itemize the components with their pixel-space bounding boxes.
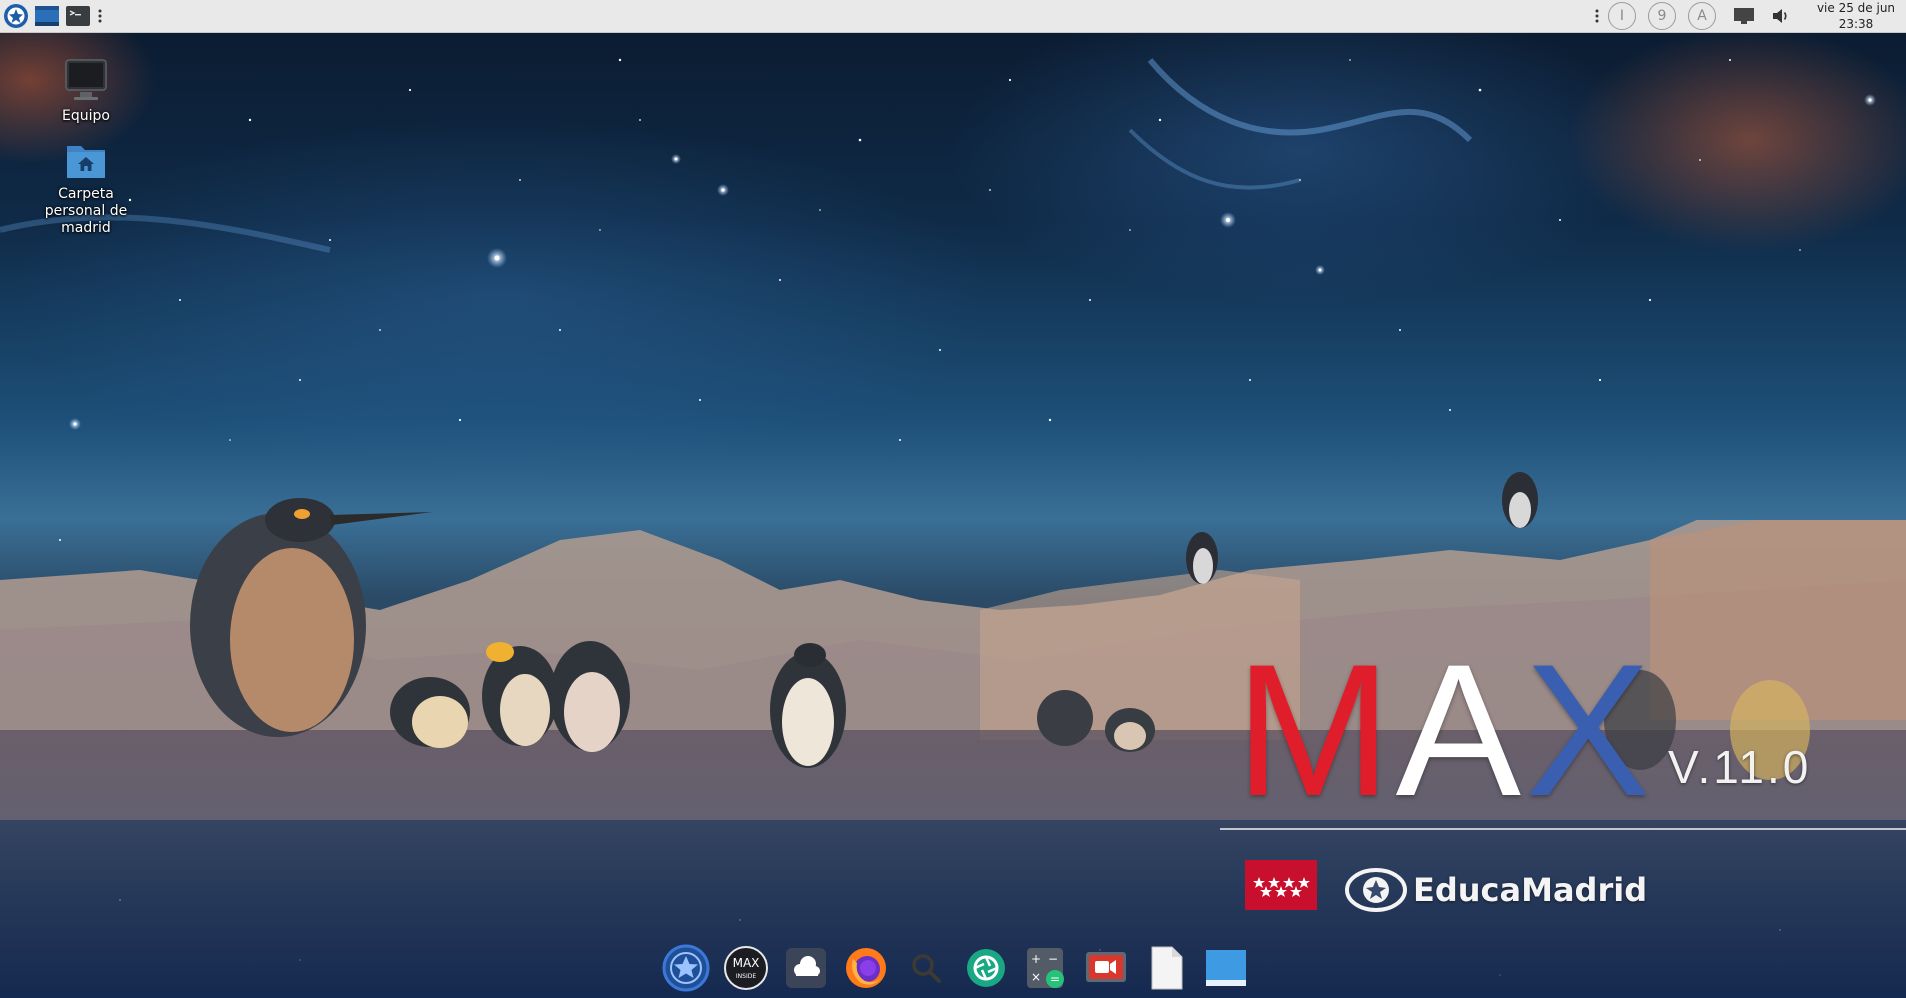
firefox-icon (846, 948, 886, 988)
max-launcher-icon (662, 944, 710, 992)
file-manager-icon (1206, 950, 1246, 986)
dock-item-file-manager[interactable] (1200, 942, 1252, 994)
svg-text:INSIDE: INSIDE (736, 973, 756, 980)
logo-letter-a: A (1395, 625, 1526, 835)
indicator-i-icon[interactable]: I (1608, 2, 1636, 30)
dock-item-text-editor[interactable] (1140, 942, 1192, 994)
max-menu-icon (4, 4, 28, 28)
indicator-a-icon[interactable]: A (1688, 2, 1716, 30)
desktop[interactable]: MAX V.11.0 EducaMadrid Equipo Carpeta pe… (0, 0, 1906, 998)
top-panel: I 9 A vie 25 de jun 23:38 (0, 0, 1906, 33)
dock-item-search[interactable] (900, 942, 952, 994)
show-desktop-button[interactable] (33, 2, 61, 30)
dock-item-screenshot[interactable] (960, 942, 1012, 994)
educamadrid-logo: EducaMadrid (1345, 868, 1647, 912)
max-version: V.11.0 (1668, 741, 1812, 793)
terminal-button[interactable] (64, 2, 92, 30)
max-logo: MAX (1235, 636, 1654, 824)
volume-icon (1773, 9, 1787, 23)
madrid-flag-icon (1245, 860, 1317, 910)
dock-item-calculator[interactable]: + − × = (1020, 942, 1072, 994)
max-menu-button[interactable] (2, 2, 30, 30)
clock[interactable]: vie 25 de jun 23:38 (1806, 0, 1906, 32)
dock-item-max-launcher[interactable] (660, 942, 712, 994)
text-editor-icon (1151, 946, 1183, 990)
educamadrid-text: EducaMadrid (1413, 871, 1648, 909)
screenshot-icon (967, 949, 1005, 987)
svg-text:=: = (1050, 972, 1060, 986)
calculator-icon: + − × = (1027, 948, 1064, 988)
display-button[interactable] (1730, 2, 1758, 30)
search-icon (912, 954, 941, 983)
dock-item-firefox[interactable] (840, 942, 892, 994)
svg-text:−: − (1048, 952, 1058, 966)
desktop-icon-label: Equipo (62, 108, 110, 124)
max-inside-icon: MAX INSIDE (724, 946, 768, 990)
dock-item-screen-recorder[interactable] (1080, 942, 1132, 994)
show-desktop-icon (35, 6, 59, 26)
desktop-icon-label: Carpeta personal de madrid (44, 186, 128, 236)
wallpaper-penguins (190, 472, 1810, 780)
display-icon (1734, 8, 1754, 24)
dock-item-nextcloud[interactable] (780, 942, 832, 994)
volume-button[interactable] (1767, 2, 1795, 30)
desktop-icon-home[interactable]: Carpeta personal de madrid (26, 138, 146, 237)
desktop-icon-equipo[interactable]: Equipo (26, 56, 146, 125)
panel-handle-icon[interactable] (1592, 2, 1602, 30)
indicator-9-icon[interactable]: 9 (1648, 2, 1676, 30)
svg-text:MAX: MAX (733, 956, 760, 970)
clock-time: 23:38 (1838, 17, 1874, 31)
dock: MAX INSIDE + − × = (656, 940, 1256, 996)
educamadrid-emblem-icon (1345, 868, 1407, 912)
logo-letter-m: M (1235, 625, 1396, 835)
branding-divider (1220, 828, 1906, 830)
svg-text:×: × (1031, 970, 1041, 984)
screen-recorder-icon (1086, 952, 1126, 982)
panel-handle-icon[interactable] (95, 2, 105, 30)
nextcloud-icon (786, 948, 826, 988)
logo-letter-x: X (1525, 625, 1655, 835)
home-folder-icon (67, 146, 105, 178)
computer-icon (65, 59, 107, 100)
svg-text:+: + (1031, 952, 1041, 966)
clock-date: vie 25 de jun (1816, 1, 1896, 15)
terminal-icon (66, 6, 90, 26)
dock-item-max-inside[interactable]: MAX INSIDE (720, 942, 772, 994)
